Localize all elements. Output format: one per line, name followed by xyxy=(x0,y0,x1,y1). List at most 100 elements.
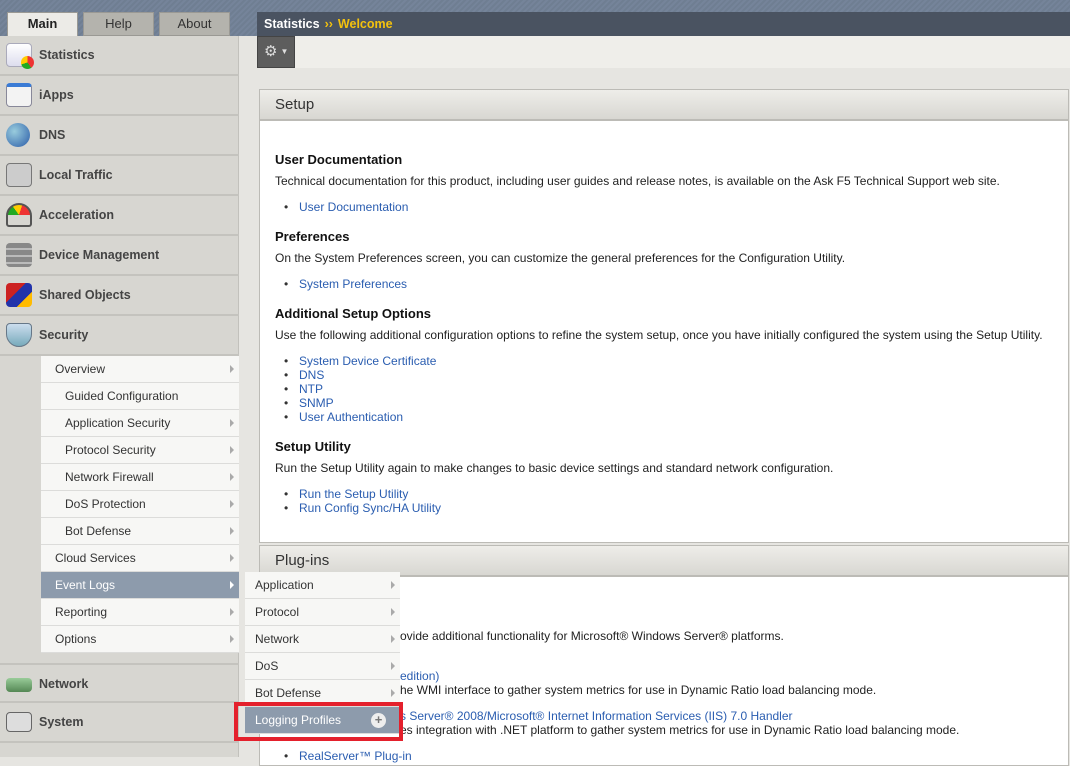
setup-link-user-authentication[interactable]: User Authentication xyxy=(284,410,403,424)
event-logs-item-dos[interactable]: DoS xyxy=(245,653,400,680)
chevron-right-icon xyxy=(230,635,234,643)
preferences-text: On the System Preferences screen, you ca… xyxy=(275,251,846,265)
plugin-link-wmi[interactable]: edition) xyxy=(385,669,439,683)
chevron-right-icon xyxy=(230,473,234,481)
network-icon xyxy=(6,678,32,692)
toolbar xyxy=(295,36,1070,68)
statistics-icon xyxy=(6,43,34,69)
event-logs-item-network[interactable]: Network xyxy=(245,626,400,653)
submenu-label: Event Logs xyxy=(55,578,116,592)
submenu-label: Protocol Security xyxy=(65,443,156,457)
additional-setup-text: Use the following additional configurati… xyxy=(275,328,1043,342)
submenu-label: Cloud Services xyxy=(55,551,136,565)
chevron-right-icon xyxy=(391,662,395,670)
globe-icon xyxy=(6,123,30,147)
plugin-link-iis[interactable]: s Server® 2008/Microsoft® Internet Infor… xyxy=(385,709,792,723)
device-icon xyxy=(6,243,32,267)
chevron-right-icon xyxy=(230,419,234,427)
system-icon xyxy=(6,712,32,732)
chevron-right-icon xyxy=(391,635,395,643)
local-traffic-icon xyxy=(6,163,32,187)
shared-objects-icon xyxy=(6,283,32,307)
security-submenu-guided-configuration[interactable]: Guided Configuration xyxy=(41,383,239,410)
additional-setup-heading: Additional Setup Options xyxy=(275,306,431,321)
chevron-right-icon xyxy=(230,581,234,589)
settings-menu-button[interactable]: ⚙ ▼ xyxy=(257,36,295,68)
submenu-label: DoS Protection xyxy=(65,497,146,511)
chevron-right-icon xyxy=(230,446,234,454)
user-doc-text: Technical documentation for this product… xyxy=(275,174,1000,188)
setup-utility-text: Run the Setup Utility again to make chan… xyxy=(275,461,834,475)
submenu-label: Network Firewall xyxy=(65,470,154,484)
flyout-label: Application xyxy=(255,578,314,592)
submenu-label: Reporting xyxy=(55,605,108,619)
setup-link-dns[interactable]: DNS xyxy=(284,368,325,382)
security-submenu-cloud-services[interactable]: Cloud Services xyxy=(41,545,239,572)
setup-header: Setup xyxy=(259,89,1069,120)
submenu-label: Overview xyxy=(55,362,106,376)
user-doc-link[interactable]: User Documentation xyxy=(284,200,408,214)
flyout-label: Bot Defense xyxy=(255,686,322,700)
chevron-right-icon xyxy=(230,500,234,508)
submenu-label: Application Security xyxy=(65,416,171,430)
flyout-label: Network xyxy=(255,632,300,646)
security-submenu-overview[interactable]: Overview xyxy=(41,356,239,383)
security-submenu-options[interactable]: Options xyxy=(41,626,239,653)
plugin-wmi-text: he WMI interface to gather system metric… xyxy=(400,683,877,697)
chevron-right-icon xyxy=(230,527,234,535)
nav-iapps[interactable]: iApps xyxy=(0,76,239,116)
tab-main[interactable]: Main xyxy=(7,12,78,37)
breadcrumb-separator: ›› xyxy=(324,17,333,31)
chevron-right-icon xyxy=(391,689,395,697)
setup-link-ntp[interactable]: NTP xyxy=(284,382,323,396)
breadcrumb: Statistics ›› Welcome xyxy=(257,12,1070,36)
highlight-box xyxy=(234,702,403,741)
event-logs-item-application[interactable]: Application xyxy=(245,572,400,599)
security-submenu-protocol-security[interactable]: Protocol Security xyxy=(41,437,239,464)
chevron-right-icon xyxy=(230,608,234,616)
setup-utility-heading: Setup Utility xyxy=(275,439,351,454)
submenu-label: Bot Defense xyxy=(65,524,132,538)
security-submenu-application-security[interactable]: Application Security xyxy=(41,410,239,437)
nav-statistics[interactable]: Statistics xyxy=(0,36,239,76)
shield-icon xyxy=(6,323,32,347)
event-logs-item-protocol[interactable]: Protocol xyxy=(245,599,400,626)
tab-help[interactable]: Help xyxy=(83,12,154,36)
submenu-label: Options xyxy=(55,632,97,646)
plugin-iis-text: es integration with .NET platform to gat… xyxy=(400,723,960,737)
setup-link-snmp[interactable]: SNMP xyxy=(284,396,334,410)
iapps-icon xyxy=(6,83,32,107)
plugin-link-realserver[interactable]: RealServer™ Plug-in xyxy=(284,749,412,763)
user-doc-heading: User Documentation xyxy=(275,152,403,167)
security-submenu-bot-defense[interactable]: Bot Defense xyxy=(41,518,239,545)
nav-device-management[interactable]: Device Management xyxy=(0,236,239,276)
nav-network[interactable]: Network xyxy=(0,663,239,703)
system-preferences-link[interactable]: System Preferences xyxy=(284,277,407,291)
preferences-heading: Preferences xyxy=(275,229,350,244)
chevron-down-icon: ▼ xyxy=(280,47,289,57)
nav-local-traffic[interactable]: Local Traffic xyxy=(0,156,239,196)
chevron-right-icon xyxy=(391,608,395,616)
nav-security[interactable]: Security xyxy=(0,316,239,356)
security-submenu-network-firewall[interactable]: Network Firewall xyxy=(41,464,239,491)
chevron-right-icon xyxy=(230,554,234,562)
security-submenu-dos-protection[interactable]: DoS Protection xyxy=(41,491,239,518)
flyout-label: Protocol xyxy=(255,605,300,619)
security-submenu-reporting[interactable]: Reporting xyxy=(41,599,239,626)
submenu-label: Guided Configuration xyxy=(65,389,179,403)
tab-about[interactable]: About xyxy=(159,12,230,36)
nav-acceleration[interactable]: Acceleration xyxy=(0,196,239,236)
breadcrumb-statistics[interactable]: Statistics xyxy=(264,17,320,31)
security-submenu-event-logs[interactable]: Event Logs xyxy=(41,572,239,599)
chevron-right-icon xyxy=(391,581,395,589)
run-config-sync-link[interactable]: Run Config Sync/HA Utility xyxy=(284,501,441,515)
nav-shared-objects[interactable]: Shared Objects xyxy=(0,276,239,316)
gauge-icon xyxy=(6,203,32,227)
nav-system[interactable]: System xyxy=(0,703,239,743)
nav-dns[interactable]: DNS xyxy=(0,116,239,156)
plugins-text: ovide additional functionality for Micro… xyxy=(400,629,784,643)
chevron-right-icon xyxy=(230,365,234,373)
run-setup-utility-link[interactable]: Run the Setup Utility xyxy=(284,487,408,501)
setup-link-system-device-certificate[interactable]: System Device Certificate xyxy=(284,354,436,368)
breadcrumb-current: Welcome xyxy=(337,17,393,31)
